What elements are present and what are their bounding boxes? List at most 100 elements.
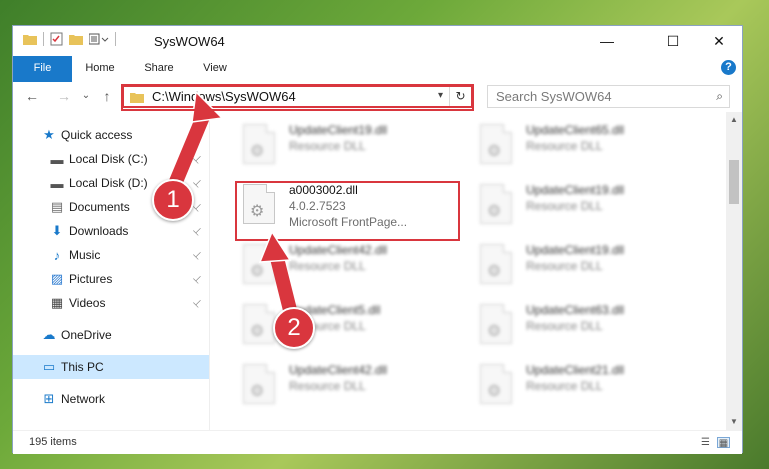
file-detail: Resource DLL <box>289 139 366 153</box>
toolbar-separator <box>115 32 116 46</box>
tab-home[interactable]: Home <box>78 56 122 80</box>
window-title: SysWOW64 <box>154 34 225 49</box>
gear-icon: ⚙ <box>250 143 265 160</box>
sidebar-item-label: Pictures <box>69 272 113 286</box>
scrollbar-thumb[interactable] <box>729 160 739 204</box>
computer-icon: ▭ <box>42 359 56 374</box>
file-item[interactable]: ⚙ UpdateClient19.dll Resource DLL <box>235 118 460 174</box>
help-button[interactable]: ? <box>721 60 736 75</box>
document-icon: ▤ <box>50 199 64 214</box>
drive-icon: ▬ <box>50 151 64 167</box>
file-detail: Resource DLL <box>526 199 603 213</box>
folder-icon[interactable] <box>23 33 37 45</box>
dll-file-icon: ⚙ <box>480 364 512 404</box>
file-detail: Resource DLL <box>526 319 603 333</box>
tab-view[interactable]: View <box>193 56 237 80</box>
file-item[interactable]: ⚙ UpdateClient42.dll Resource DLL <box>235 358 460 414</box>
sidebar-item-label: OneDrive <box>61 328 112 342</box>
file-list: ⚙ UpdateClient19.dll Resource DLL ⚙ UpdateCl… <box>221 112 726 430</box>
file-item[interactable]: ⚙ UpdateClient65.dll Resource DLL <box>472 118 697 174</box>
file-item[interactable]: ⚙ UpdateClient5.dll Resource DLL <box>235 298 460 354</box>
file-detail: Resource DLL <box>289 259 366 273</box>
dll-file-icon: ⚙ <box>243 304 275 344</box>
forward-button[interactable]: → <box>55 87 73 105</box>
quick-access-toolbar <box>23 32 116 46</box>
file-name: UpdateClient19.dll <box>526 183 625 197</box>
status-bar: 195 items ☰ ▦ <box>13 430 742 454</box>
item-count: 195 items <box>29 436 77 448</box>
gear-icon: ⚙ <box>250 383 265 400</box>
scroll-down-arrow-icon[interactable]: ▼ <box>726 414 742 430</box>
pin-icon[interactable]: ⊥ <box>190 248 204 262</box>
gear-icon: ⚙ <box>250 263 265 280</box>
dll-file-icon: ⚙ <box>480 124 512 164</box>
pin-icon[interactable]: ⊥ <box>190 152 204 166</box>
title-bar: SysWOW64 — ☐ ✕ <box>13 26 742 56</box>
file-item[interactable]: ⚙ UpdateClient42.dll Resource DLL <box>235 238 460 294</box>
callout-badge-1: 1 <box>152 179 194 221</box>
customize-toolbar-icon[interactable] <box>89 33 109 45</box>
sidebar-item-local-disk-c[interactable]: ▬ Local Disk (C:) ⊥ <box>13 147 209 171</box>
details-view-icon[interactable]: ☰ <box>699 437 712 448</box>
back-button[interactable]: ← <box>23 87 41 105</box>
dll-file-icon: ⚙ <box>480 304 512 344</box>
pin-icon[interactable]: ⊥ <box>190 296 204 310</box>
sidebar-item-music[interactable]: ♪ Music ⊥ <box>13 243 209 267</box>
sidebar-item-label: Network <box>61 392 106 406</box>
large-icons-view-icon[interactable]: ▦ <box>717 437 730 449</box>
cloud-icon: ☁ <box>42 327 56 342</box>
vertical-scrollbar[interactable]: ▲ ▼ <box>726 112 742 430</box>
scroll-up-arrow-icon[interactable]: ▲ <box>726 112 742 128</box>
close-button[interactable]: ✕ <box>696 26 742 56</box>
file-item[interactable]: ⚙ UpdateClient21.dll Resource DLL <box>472 358 697 414</box>
callout-badge-2: 2 <box>273 307 315 349</box>
minimize-button[interactable]: — <box>584 26 630 56</box>
highlight-box-file <box>235 181 460 241</box>
gear-icon: ⚙ <box>487 203 502 220</box>
file-detail: Resource DLL <box>289 379 366 393</box>
search-input[interactable]: Search SysWOW64 ⌕ <box>487 85 730 108</box>
star-icon: ★ <box>43 127 55 142</box>
pin-icon[interactable]: ⊥ <box>190 224 204 238</box>
up-button[interactable]: ↑ <box>98 87 116 105</box>
gear-icon: ⚙ <box>487 143 502 160</box>
file-item[interactable]: ⚙ UpdateClient19.dll Resource DLL <box>472 178 697 234</box>
tab-share[interactable]: Share <box>137 56 181 80</box>
gear-icon: ⚙ <box>487 383 502 400</box>
maximize-button[interactable]: ☐ <box>650 26 696 56</box>
file-item[interactable]: ⚙ UpdateClient63.dll Resource DLL <box>472 298 697 354</box>
gear-icon: ⚙ <box>487 263 502 280</box>
sidebar-item-label: Local Disk (D:) <box>69 176 148 190</box>
sidebar-item-quick-access[interactable]: ★ Quick access <box>13 123 209 147</box>
sidebar-item-pictures[interactable]: ▨ Pictures ⊥ <box>13 267 209 291</box>
dll-file-icon: ⚙ <box>243 244 275 284</box>
file-name: UpdateClient19.dll <box>526 243 625 257</box>
sidebar-item-label: Local Disk (C:) <box>69 152 148 166</box>
dll-file-icon: ⚙ <box>480 244 512 284</box>
pane-splitter[interactable] <box>209 112 210 432</box>
sidebar-item-label: Videos <box>69 296 106 310</box>
sidebar-item-network[interactable]: ⊞ Network <box>13 387 209 411</box>
sidebar-item-onedrive[interactable]: ☁ OneDrive <box>13 323 209 347</box>
properties-icon[interactable] <box>50 32 63 46</box>
file-name: UpdateClient19.dll <box>289 123 388 137</box>
file-name: UpdateClient21.dll <box>526 363 625 377</box>
music-icon: ♪ <box>53 247 61 263</box>
sidebar-item-downloads[interactable]: ⬇ Downloads ⊥ <box>13 219 209 243</box>
sidebar-item-this-pc[interactable]: ▭ This PC <box>13 355 209 379</box>
file-detail: Resource DLL <box>526 379 603 393</box>
dll-file-icon: ⚙ <box>243 364 275 404</box>
drive-icon: ▬ <box>50 175 64 191</box>
highlight-box-address <box>121 84 474 111</box>
navigation-pane: ★ Quick access ▬ Local Disk (C:) ⊥ ▬ Local Dis… <box>13 118 209 418</box>
pin-icon[interactable]: ⊥ <box>190 272 204 286</box>
file-item[interactable]: ⚙ UpdateClient19.dll Resource DLL <box>472 238 697 294</box>
new-folder-icon[interactable] <box>69 33 83 45</box>
network-icon: ⊞ <box>43 391 55 406</box>
dll-file-icon: ⚙ <box>243 124 275 164</box>
ribbon-tabs: File Home Share View ? <box>13 56 742 112</box>
gear-icon: ⚙ <box>487 323 502 340</box>
recent-locations-button[interactable]: ⌄ <box>77 87 95 105</box>
pin-icon[interactable]: ⊥ <box>190 176 204 190</box>
sidebar-item-videos[interactable]: ▦ Videos ⊥ <box>13 291 209 315</box>
